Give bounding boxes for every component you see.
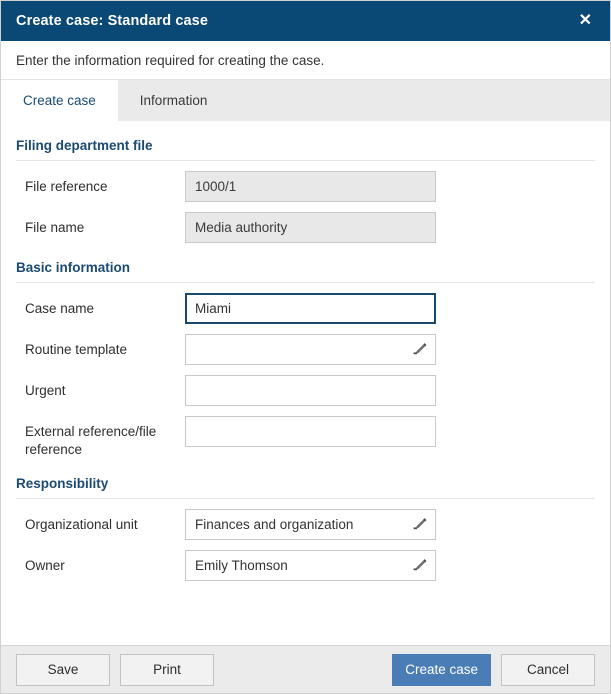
tab-information[interactable]: Information bbox=[117, 80, 230, 121]
control-file-reference: 1000/1 bbox=[185, 171, 436, 202]
pencil-icon[interactable] bbox=[412, 516, 429, 533]
tab-create-case[interactable]: Create case bbox=[1, 80, 118, 121]
tab-information-label: Information bbox=[139, 93, 208, 108]
input-owner[interactable]: Emily Thomson bbox=[185, 550, 436, 581]
section-filing-department-file: Filing department file File reference 10… bbox=[16, 121, 595, 243]
label-file-name: File name bbox=[25, 220, 85, 235]
label-routine-template: Routine template bbox=[25, 342, 128, 357]
footer-right-buttons: Create case Cancel bbox=[392, 653, 595, 686]
label-external-reference: External reference/file reference bbox=[25, 424, 157, 457]
field-row-file-name: File name Media authority bbox=[16, 212, 595, 243]
input-routine-template[interactable] bbox=[185, 334, 436, 365]
input-organizational-unit[interactable]: Finances and organization bbox=[185, 509, 436, 540]
label-organizational-unit: Organizational unit bbox=[25, 517, 138, 532]
tab-bar: Create case Information bbox=[1, 80, 610, 121]
label-case-name: Case name bbox=[25, 301, 95, 316]
input-file-name: Media authority bbox=[185, 212, 436, 243]
field-row-urgent: Urgent bbox=[16, 375, 595, 406]
field-row-owner: Owner Emily Thomson bbox=[16, 550, 595, 581]
dialog-title: Create case: Standard case bbox=[16, 13, 209, 29]
control-owner: Emily Thomson bbox=[185, 550, 436, 581]
pencil-icon[interactable] bbox=[412, 341, 429, 358]
input-case-name[interactable]: Miami bbox=[185, 293, 436, 324]
field-row-routine-template: Routine template bbox=[16, 334, 595, 365]
control-routine-template bbox=[185, 334, 436, 365]
tab-bar-filler bbox=[229, 80, 610, 121]
label-file-reference: File reference bbox=[25, 179, 108, 194]
form-content: Filing department file File reference 10… bbox=[1, 121, 610, 645]
section-header-responsibility: Responsibility bbox=[16, 459, 595, 499]
dialog-footer: Save Print Create case Cancel bbox=[1, 645, 610, 693]
section-header-basic-information: Basic information bbox=[16, 243, 595, 283]
close-icon[interactable]: ✕ bbox=[575, 9, 596, 33]
label-owner: Owner bbox=[25, 558, 65, 573]
dialog-subtitle: Enter the information required for creat… bbox=[16, 52, 325, 68]
input-urgent[interactable] bbox=[185, 375, 436, 406]
dialog-subtitle-bar: Enter the information required for creat… bbox=[1, 41, 610, 80]
create-case-button[interactable]: Create case bbox=[392, 653, 491, 686]
control-case-name: Miami bbox=[185, 293, 436, 324]
field-row-organizational-unit: Organizational unit Finances and organiz… bbox=[16, 509, 595, 540]
print-button[interactable]: Print bbox=[120, 653, 214, 686]
save-button[interactable]: Save bbox=[16, 653, 110, 686]
pencil-icon[interactable] bbox=[412, 557, 429, 574]
dialog-titlebar: Create case: Standard case ✕ bbox=[1, 1, 610, 41]
section-header-filing-department-file: Filing department file bbox=[16, 121, 595, 161]
input-file-reference: 1000/1 bbox=[185, 171, 436, 202]
section-responsibility: Responsibility Organizational unit Finan… bbox=[16, 459, 595, 581]
label-urgent: Urgent bbox=[25, 383, 66, 398]
footer-left-buttons: Save Print bbox=[16, 653, 214, 686]
control-external-reference bbox=[185, 416, 436, 447]
section-basic-information: Basic information Case name Miami Routin… bbox=[16, 243, 595, 459]
control-file-name: Media authority bbox=[185, 212, 436, 243]
control-urgent bbox=[185, 375, 436, 406]
input-external-reference[interactable] bbox=[185, 416, 436, 447]
field-row-external-reference: External reference/file reference bbox=[16, 416, 595, 459]
create-case-dialog: Create case: Standard case ✕ Enter the i… bbox=[0, 0, 611, 694]
tab-create-case-label: Create case bbox=[23, 93, 96, 108]
field-row-case-name: Case name Miami bbox=[16, 293, 595, 324]
cancel-button[interactable]: Cancel bbox=[501, 653, 595, 686]
field-row-file-reference: File reference 1000/1 bbox=[16, 171, 595, 202]
control-organizational-unit: Finances and organization bbox=[185, 509, 436, 540]
